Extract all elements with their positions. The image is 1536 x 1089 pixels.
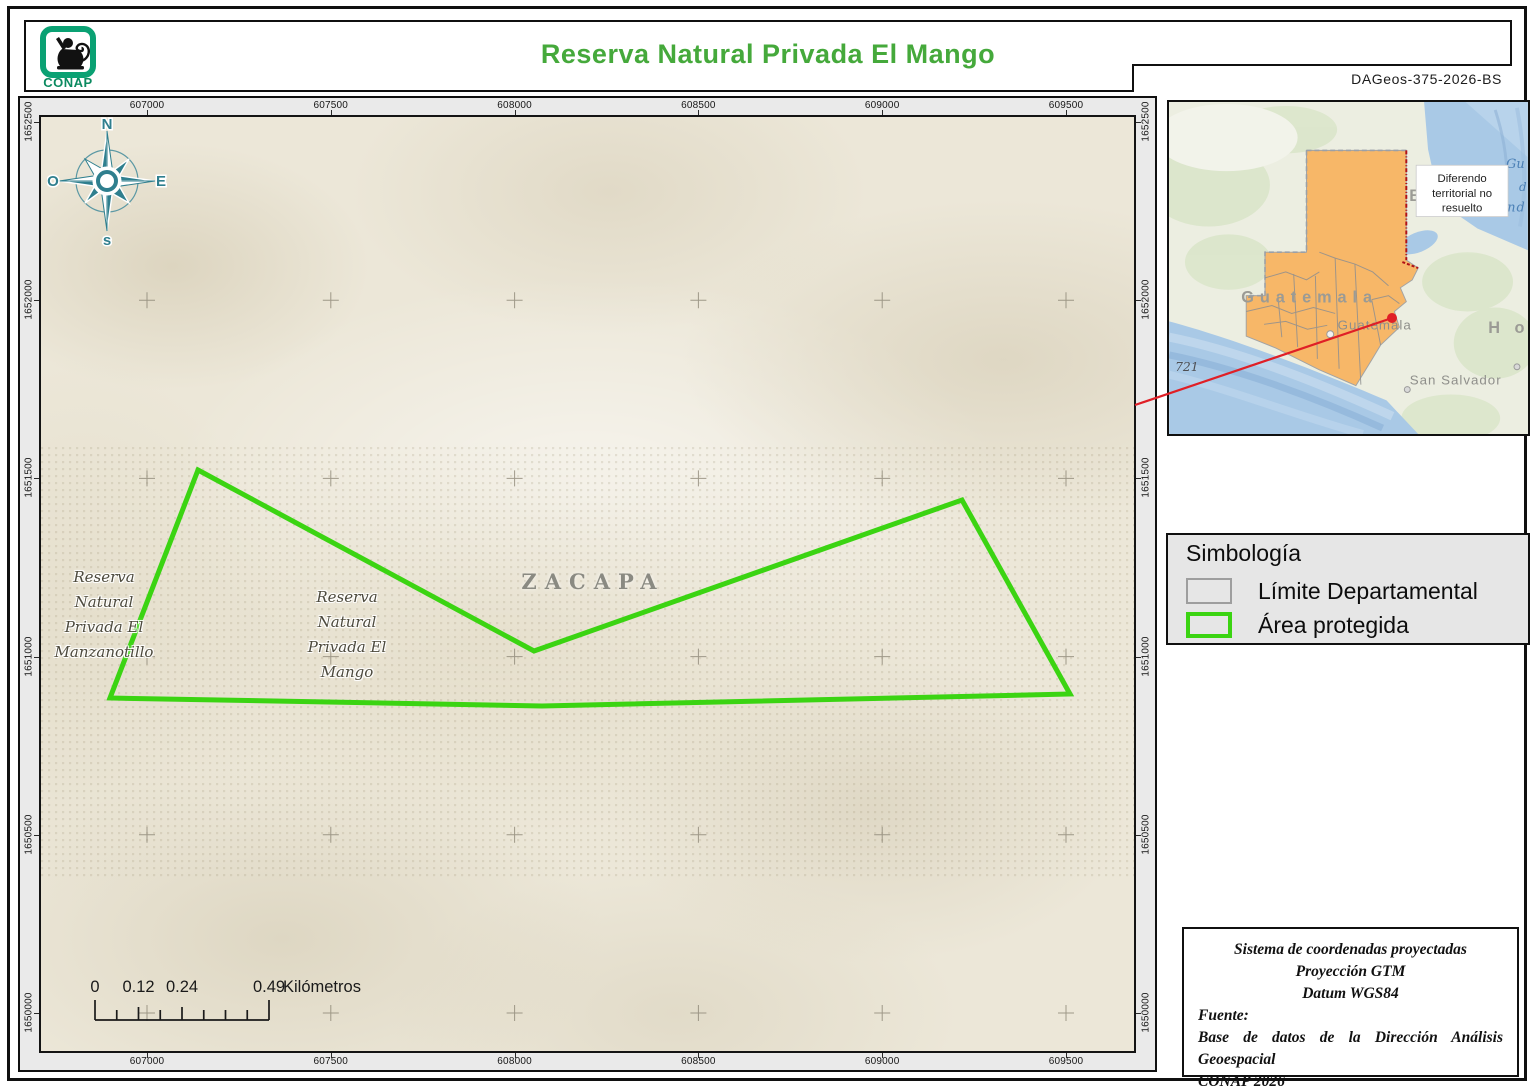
country-label-guatemala: Guatemala	[1241, 289, 1378, 307]
legend-box: Simbología Límite Departamental Área pro…	[1166, 533, 1530, 645]
axis-tickmark	[34, 122, 39, 123]
axis-tickmark	[698, 1053, 700, 1058]
datum-line: Datum WGS84	[1302, 985, 1399, 1002]
place-label-manzanotillo: Reserva Natural Privada El Manzanotillo	[54, 568, 154, 661]
source-line-1a: Base de datos de la Dirección Análisis G…	[1198, 1029, 1503, 1068]
axis-tick-label: 1651000	[23, 635, 35, 677]
legend-title: Simbología	[1186, 540, 1302, 566]
compass-e-label: E	[156, 173, 166, 190]
axis-tickmark	[1136, 1013, 1141, 1014]
axis-tickmark	[34, 834, 39, 836]
compass-n-label: N	[102, 117, 113, 133]
axis-tick-label: 1651000	[1140, 635, 1152, 677]
legend-item-protected: Área protegida	[1186, 610, 1409, 640]
axis-tick-label: 1652500	[23, 101, 35, 142]
map-canvas: N E s O Reserva Natural Privada El Manza…	[39, 115, 1136, 1053]
axis-tickmark	[514, 1053, 516, 1058]
axis-tickmark	[514, 110, 516, 115]
map-frame: N E s O Reserva Natural Privada El Manza…	[18, 96, 1157, 1072]
fuente-label: Fuente:	[1198, 1007, 1249, 1024]
axis-tick-label: 1650500	[23, 814, 35, 855]
place-label-mango: Reserva Natural Privada El Mango	[307, 588, 387, 681]
compass-o-label: O	[47, 173, 59, 190]
inset-locator-map: Guatemala B Guatemala San Salvador H o 7…	[1147, 100, 1536, 442]
axis-tickmark	[1136, 478, 1141, 480]
axis-tickmark	[147, 110, 148, 115]
scale-bar-tick-label: 0.49	[253, 978, 285, 996]
coord-system-line: Sistema de coordenadas proyectadas	[1234, 941, 1467, 958]
scale-bar-tick-label: 0	[90, 978, 99, 996]
protected-area-swatch	[1186, 612, 1232, 638]
source-line-1b: CONAP 2026	[1198, 1073, 1285, 1089]
axis-tick-label: 1651500	[23, 457, 35, 499]
svg-text:territorial no: territorial no	[1432, 188, 1492, 200]
axis-tickmark	[1136, 656, 1141, 658]
territorial-note-box: Diferendo territorial no resuelto	[1415, 164, 1509, 218]
route-label-721: 721	[1175, 360, 1199, 374]
axis-tick-label: 1651500	[1140, 457, 1152, 499]
axis-tickmark	[1066, 110, 1067, 115]
svg-text:resuelto: resuelto	[1442, 203, 1482, 215]
country-label-honduras-fragment: H o	[1488, 319, 1528, 337]
header-bar: CONAP Reserva Natural Privada El Mango D…	[24, 20, 1512, 92]
axis-tickmark	[698, 110, 700, 115]
axis-tick-label: 1652500	[1140, 101, 1152, 142]
axis-tickmark	[330, 1053, 332, 1058]
axis-tickmark	[1136, 300, 1141, 302]
scale-bar-tick-label: 0.24	[166, 978, 198, 996]
axis-tick-label: 1652000	[23, 279, 35, 320]
city-label-san-salvador: San Salvador	[1410, 373, 1502, 388]
map-document-page: CONAP Reserva Natural Privada El Mango D…	[0, 0, 1536, 1089]
source-info-box: Sistema de coordenadas proyectadas Proye…	[1182, 927, 1519, 1089]
axis-tickmark	[1136, 834, 1141, 836]
axis-tickmark	[34, 478, 39, 480]
axis-tick-label: 1650500	[1140, 814, 1152, 855]
axis-tickmark	[147, 1053, 148, 1058]
scale-bar-unit-label: Kilómetros	[283, 978, 361, 996]
guatemala-city-marker	[1326, 330, 1335, 339]
axis-tickmark	[1066, 1053, 1067, 1058]
axis-tickmark	[34, 656, 39, 658]
scale-bar: 0 0.12 0.24 0.49Kilómetros	[90, 978, 361, 1021]
doc-code-cell: DAGeos-375-2026-BS	[1132, 64, 1512, 92]
axis-tick-label: 1650000	[23, 992, 35, 1033]
scale-bar-tick-label: 0.12	[122, 978, 154, 996]
svg-text:Diferendo: Diferendo	[1437, 173, 1486, 185]
sea-label-fragment-2: d	[1519, 180, 1527, 194]
compass-rose-icon: N E s O	[47, 117, 167, 249]
inset-map-svg: Guatemala B Guatemala San Salvador H o 7…	[1147, 102, 1536, 442]
axis-tickmark	[1136, 122, 1141, 123]
department-label-zacapa: ZACAPA	[521, 569, 665, 594]
scale-bar-ruler	[94, 1000, 270, 1021]
axis-tickmark	[34, 1013, 39, 1014]
compass-s-label: s	[103, 232, 111, 249]
axis-tickmark	[882, 110, 884, 115]
legend-item-departmental: Límite Departamental	[1186, 576, 1478, 606]
axis-tick-label: 1652000	[1140, 279, 1152, 320]
axis-tick-label: 1650000	[1140, 992, 1152, 1033]
axis-tickmark	[882, 1053, 884, 1058]
departmental-boundary-swatch	[1186, 578, 1232, 604]
axis-tickmark	[330, 110, 332, 115]
sea-label-fragment-1: Gu	[1506, 157, 1525, 172]
doc-code: DAGeos-375-2026-BS	[1351, 71, 1502, 87]
city-label-guatemala: Guatemala	[1338, 317, 1412, 332]
axis-tickmark	[34, 300, 39, 302]
projection-line: Proyección GTM	[1295, 963, 1406, 980]
